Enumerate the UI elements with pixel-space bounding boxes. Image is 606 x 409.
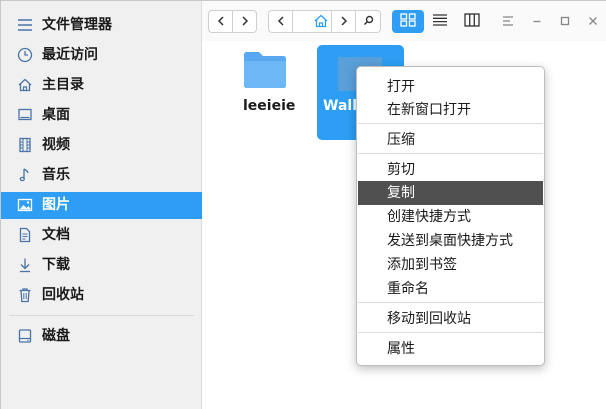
list-view-button[interactable]	[424, 10, 456, 33]
menu-item-rename[interactable]: 重命名	[358, 277, 543, 301]
menu-item-label: 复制	[387, 185, 415, 201]
sidebar-item-label: 视频	[42, 137, 70, 153]
sidebar-item-label: 下载	[42, 257, 70, 273]
menu-item-move-to-trash[interactable]: 移动到回收站	[358, 307, 543, 331]
sidebar-item-documents[interactable]: 文档	[1, 222, 202, 249]
sidebar-item-label: 主目录	[42, 77, 84, 93]
sidebar-item-label: 音乐	[42, 167, 70, 183]
menu-item-label: 剪切	[387, 162, 415, 178]
forward-button[interactable]	[232, 10, 257, 33]
document-icon	[16, 226, 34, 244]
search-icon	[363, 15, 374, 29]
menu-item-label: 移动到回收站	[387, 311, 471, 327]
list-icon	[432, 13, 448, 31]
maximize-icon[interactable]	[556, 12, 574, 30]
home-icon	[16, 76, 34, 94]
sidebar-item-home[interactable]: 主目录	[1, 72, 202, 99]
sidebar-item-pictures[interactable]: 图片	[1, 192, 202, 219]
menu-item-label: 发送到桌面快捷方式	[387, 233, 513, 249]
menu-icon	[16, 16, 34, 34]
menu-item-cut[interactable]: 剪切	[358, 158, 543, 182]
column-view-button[interactable]	[456, 10, 488, 33]
icon-view-button[interactable]	[392, 10, 424, 33]
file-manager-window: 文件管理器 最近访问 主目录 桌面 视频 音乐 图片 文档 下载 回收站 磁盘 …	[0, 0, 606, 409]
columns-icon	[464, 12, 480, 31]
download-icon	[16, 256, 34, 274]
sidebar-item-label: 最近访问	[42, 47, 98, 63]
menu-item-label: 在新窗口打开	[387, 102, 471, 118]
home-icon[interactable]	[313, 13, 329, 33]
folder-icon	[243, 49, 287, 93]
menu-item-label: 属性	[387, 341, 415, 357]
sidebar-item-file-manager[interactable]: 文件管理器	[1, 12, 202, 39]
menu-item-open[interactable]: 打开	[358, 75, 543, 99]
sidebar-item-disk[interactable]: 磁盘	[1, 323, 202, 350]
disk-icon	[16, 327, 34, 345]
sidebar-item-label: 回收站	[42, 287, 84, 303]
film-icon	[16, 136, 34, 154]
clock-icon	[16, 46, 34, 64]
sidebar-item-recent[interactable]: 最近访问	[1, 42, 202, 69]
sidebar-item-label: 图片	[42, 197, 70, 213]
menu-separator	[358, 153, 543, 154]
image-icon	[16, 196, 34, 214]
chevron-right-icon	[241, 15, 249, 29]
menu-separator	[358, 302, 543, 303]
grid-icon	[400, 12, 416, 31]
trash-icon	[16, 286, 34, 304]
sidebar-divider	[9, 315, 194, 316]
sidebar-item-label: 磁盘	[42, 328, 70, 344]
menu-item-properties[interactable]: 属性	[358, 337, 543, 361]
file-name: leeieie	[243, 98, 296, 114]
sidebar-item-downloads[interactable]: 下载	[1, 252, 202, 279]
menu-item-label: 重命名	[387, 281, 429, 297]
menu-separator	[358, 332, 543, 333]
sidebar-item-music[interactable]: 音乐	[1, 162, 202, 189]
sidebar-item-label: 文件管理器	[42, 17, 112, 33]
context-menu: 打开 在新窗口打开 压缩 剪切 复制 创建快捷方式 发送到桌面快捷方式 添加到书…	[356, 66, 545, 366]
sidebar-item-label: 文档	[42, 227, 70, 243]
menu-separator	[358, 123, 543, 124]
chevron-right-icon	[340, 15, 348, 29]
sidebar-item-label: 桌面	[42, 107, 70, 123]
menu-item-add-bookmark[interactable]: 添加到书签	[358, 253, 543, 277]
menu-item-label: 压缩	[387, 132, 415, 148]
minimize-icon[interactable]	[528, 12, 546, 30]
address-bar[interactable]	[292, 10, 332, 33]
sidebar-item-trash[interactable]: 回收站	[1, 282, 202, 309]
sidebar-item-videos[interactable]: 视频	[1, 132, 202, 159]
music-icon	[16, 166, 34, 184]
back-button[interactable]	[208, 10, 233, 33]
menu-item-label: 创建快捷方式	[387, 209, 471, 225]
menu-item-send-to-desktop[interactable]: 发送到桌面快捷方式	[358, 229, 543, 253]
menu-item-label: 打开	[387, 79, 415, 95]
sidebar-item-desktop[interactable]: 桌面	[1, 102, 202, 129]
search-button[interactable]	[355, 10, 381, 33]
menu-item-create-shortcut[interactable]: 创建快捷方式	[358, 205, 543, 229]
desktop-icon	[16, 106, 34, 124]
menu-item-label: 添加到书签	[387, 257, 457, 273]
path-forward-button[interactable]	[331, 10, 356, 33]
menu-item-open-new-window[interactable]: 在新窗口打开	[358, 98, 543, 122]
close-icon[interactable]	[584, 12, 602, 30]
path-back-button[interactable]	[268, 10, 293, 33]
folder-item[interactable]: leeieie	[226, 45, 306, 137]
chevron-left-icon	[217, 15, 225, 29]
toolbar	[202, 1, 606, 41]
menu-item-compress[interactable]: 压缩	[358, 128, 543, 152]
chevron-left-icon	[277, 15, 285, 29]
menu-icon[interactable]	[499, 12, 517, 30]
sidebar: 文件管理器 最近访问 主目录 桌面 视频 音乐 图片 文档 下载 回收站 磁盘	[1, 1, 202, 409]
menu-item-copy[interactable]: 复制	[358, 181, 543, 205]
